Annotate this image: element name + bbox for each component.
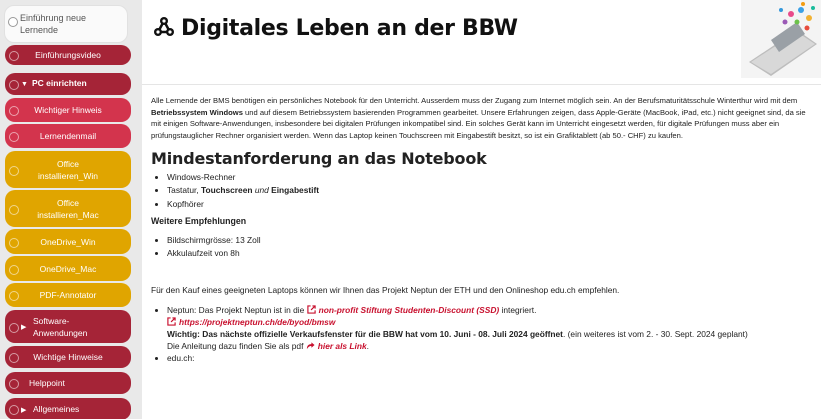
further-heading: Weitere Empfehlungen [151, 216, 247, 226]
purchase-paragraph: Für den Kauf eines geeigneten Laptops kö… [151, 284, 620, 295]
nav-item-wichtige-hinweise[interactable]: Wichtige Hinweise [5, 346, 131, 368]
sidebar-nav: Einführung neue Lernende Einführungsvide… [0, 0, 132, 419]
main-content: Digitales Leben an der BBW Alle Lernende… [142, 0, 821, 419]
neptun-link[interactable]: https://projektneptun.ch/de/byod/bmsw [167, 317, 335, 327]
intro-paragraph: Alle Lernende der BMS benötigen ein pers… [151, 96, 806, 140]
external-link-icon [306, 305, 316, 314]
article-body: Alle Lernende der BMS benötigen ein pers… [151, 95, 816, 366]
nav-item-office-win[interactable]: Office installieren_Win [5, 151, 131, 188]
page-title-text: Digitales Leben an der BBW [181, 16, 518, 41]
list-item-edu: edu.ch: [167, 352, 816, 366]
nav-item-pdf-annotator[interactable]: PDF-Annotator [5, 283, 131, 307]
min-requirements-heading: Mindestanforderung an das Notebook [151, 149, 487, 168]
list-item: Kopfhörer [167, 198, 816, 212]
nav-item-einfuehrungsvideo[interactable]: Einführungsvideo [5, 45, 131, 65]
circle-icon [8, 17, 18, 27]
caret-right-icon: ▶ [21, 407, 27, 414]
nav-item-einfuehrung[interactable]: Einführung neue Lernende [4, 5, 128, 43]
nav-item-onedrive-win[interactable]: OneDrive_Win [5, 229, 131, 254]
nav-item-onedrive-mac[interactable]: OneDrive_Mac [5, 256, 131, 281]
ssd-link[interactable]: non-profit Stiftung Studenten-Discount (… [306, 305, 499, 315]
list-item: Windows-Rechner [167, 171, 816, 185]
list-item: Bildschirmgrösse: 13 Zoll [167, 234, 816, 248]
nav-item-office-mac[interactable]: Office installieren_Mac [5, 190, 131, 227]
nav-item-label: PC einrichten [31, 78, 87, 88]
nav-item-lernendenmail[interactable]: Lernendenmail [5, 124, 131, 148]
circle-icon [9, 405, 19, 415]
nav-item-allgemeines[interactable]: ▶ Allgemeines [5, 398, 131, 419]
further-list: Bildschirmgrösse: 13 Zoll Akkulaufzeit v… [151, 234, 816, 261]
list-item: Akkulaufzeit von 8h [167, 247, 816, 261]
circle-icon [9, 165, 19, 176]
circle-icon [9, 291, 19, 301]
list-item: Tastatur, Touchscreen und Eingabestift [167, 184, 816, 198]
nav-item-helppoint[interactable]: Helppoint [5, 372, 131, 394]
caret-right-icon: ▶ [21, 324, 27, 331]
circle-icon [9, 264, 19, 275]
external-link-icon [167, 317, 176, 326]
min-requirements-list: Windows-Rechner Tastatur, Touchscreen un… [151, 171, 816, 212]
shop-list: Neptun: Das Projekt Neptun ist in die no… [151, 304, 816, 366]
share-nodes-icon [154, 17, 174, 36]
circle-icon [9, 132, 19, 142]
share-arrow-icon [306, 342, 315, 350]
circle-icon [9, 51, 19, 61]
circle-icon [9, 237, 19, 248]
nav-item-wichtiger-hinweis[interactable]: Wichtiger Hinweis [5, 98, 131, 122]
circle-icon [9, 204, 19, 215]
page-header: Digitales Leben an der BBW [142, 0, 821, 85]
page-title: Digitales Leben an der BBW [153, 16, 518, 41]
nav-item-label: Einführung neue Lernende [20, 13, 87, 35]
caret-down-icon: ▼ [21, 81, 28, 88]
circle-icon [9, 80, 19, 90]
circle-icon [9, 322, 19, 333]
nav-item-software-anwendungen[interactable]: ▶ Software-Anwendungen [5, 310, 131, 343]
pdf-link[interactable]: hier als Link [306, 341, 367, 351]
nav-item-pc-einrichten[interactable]: ▼ PC einrichten [5, 73, 131, 95]
circle-icon [9, 106, 19, 116]
list-item-neptun: Neptun: Das Projekt Neptun ist in die no… [167, 304, 816, 352]
circle-icon [9, 353, 19, 363]
laptop-apps-image [741, 0, 821, 78]
circle-icon [9, 379, 19, 389]
